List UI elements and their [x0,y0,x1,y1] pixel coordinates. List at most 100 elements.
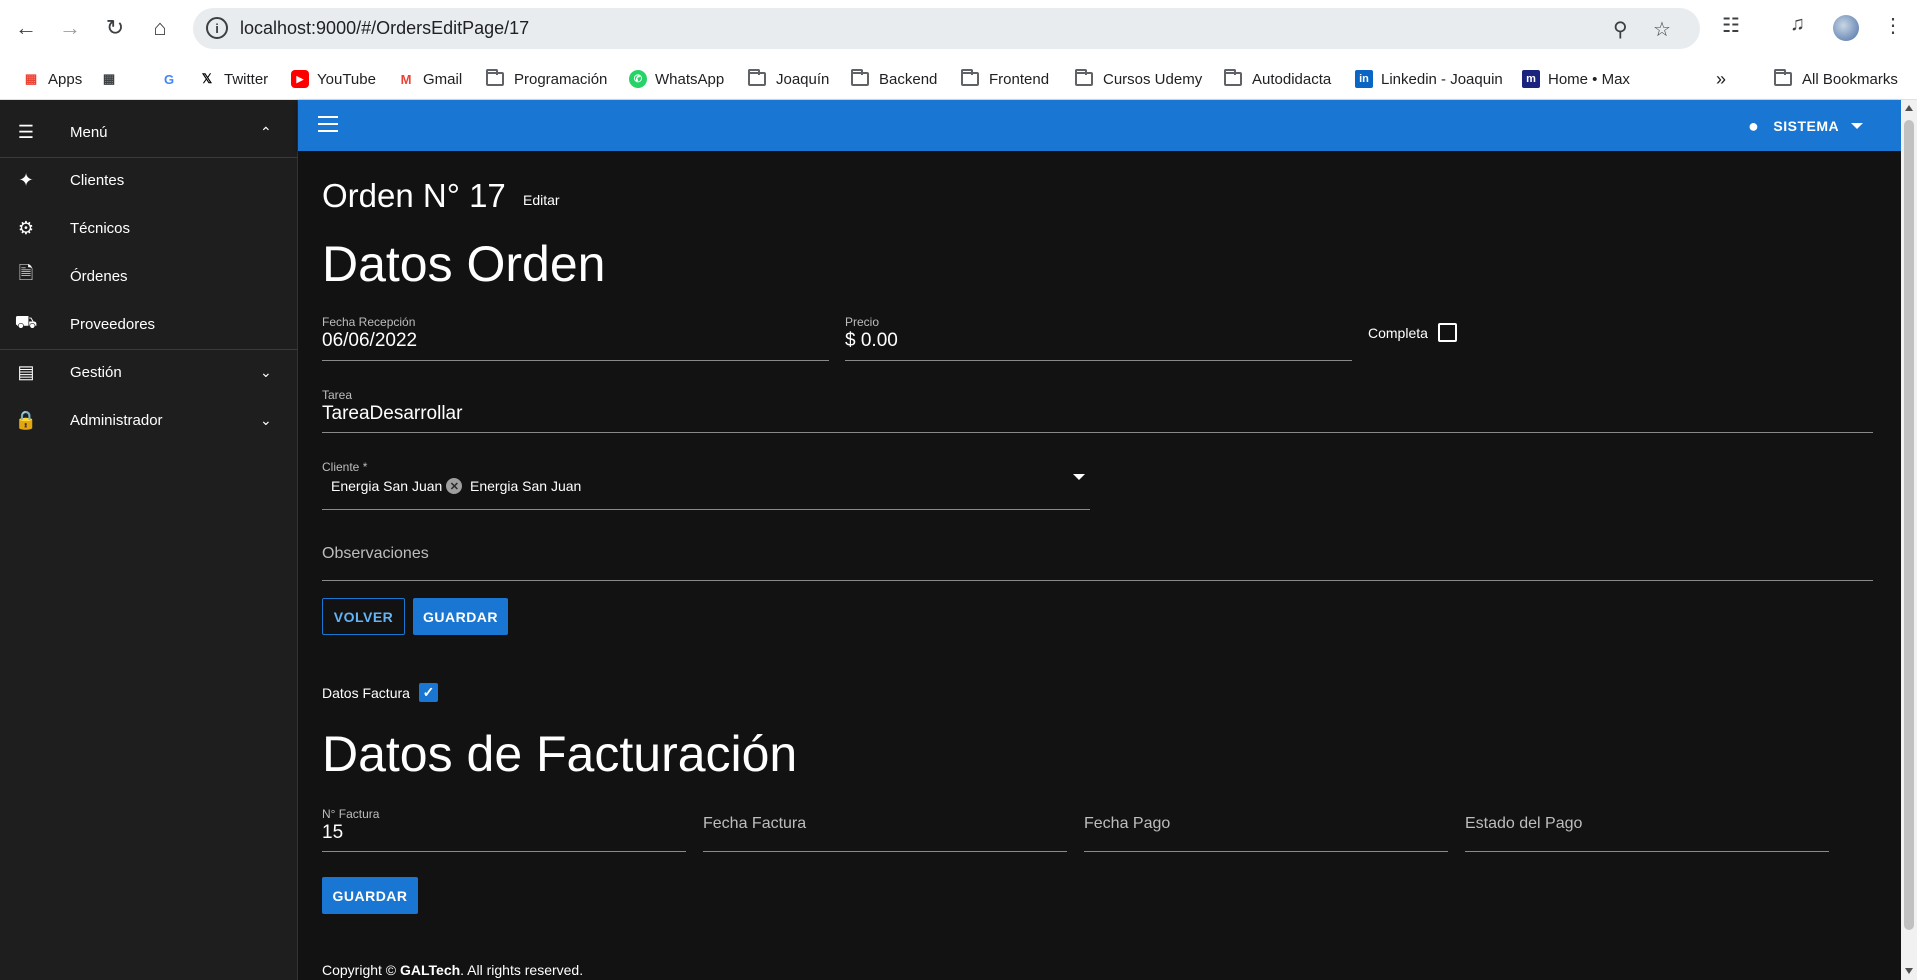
bookmark-frontend[interactable]: Frontend [961,58,1049,100]
folder-icon [486,69,504,86]
footer-prefix: Copyright © [322,962,401,978]
back-icon[interactable]: ← [11,13,41,43]
footer-suffix: . All rights reserved. [460,962,584,978]
fecha-factura-field[interactable]: Fecha Factura [703,815,806,833]
sidebar-item-tecnicos[interactable]: ⚙ Técnicos [0,204,298,252]
fecha-recepcion-field[interactable]: 06/06/2022 [322,330,417,352]
youtube-icon: ▶ [291,70,309,88]
cliente-label: Cliente * [322,460,368,474]
document-icon: 🗎 [18,263,34,283]
bookmark-cursos-udemy[interactable]: Cursos Udemy [1075,58,1202,100]
chevron-down-icon: ⌄ [260,363,272,380]
bookmark-linkedin[interactable]: in Linkedin - Joaquin [1355,58,1503,100]
address-bar[interactable]: i localhost:9000/#/OrdersEditPage/17 ⚲ ☆ [193,8,1700,49]
user-label: SISTEMA [1773,118,1840,134]
forward-icon[interactable]: → [55,13,85,43]
section-title-orden: Datos Orden [322,236,606,292]
bookmark-label: Backend [879,70,938,88]
sidebar-item-gestion[interactable]: ▤ Gestión ⌄ [0,348,298,396]
bookmark-home-max[interactable]: m Home • Max [1522,58,1630,100]
bookmark-gmail[interactable]: M Gmail [397,58,463,100]
scroll-down-icon[interactable] [1905,968,1913,974]
bookmark-label: Twitter [224,70,269,88]
bookmark-label: Frontend [989,70,1050,88]
bookmark-whatsapp[interactable]: ✆ WhatsApp [629,58,724,100]
field-underline [845,360,1352,361]
section-title-facturacion: Datos de Facturación [322,726,798,782]
guardar-orden-button[interactable]: GUARDAR [413,598,508,635]
cliente-chip[interactable]: Energia San Juan ✕ [331,474,463,498]
datos-factura-checkbox[interactable]: ✓ [419,683,438,702]
all-bookmarks[interactable]: All Bookmarks [1774,58,1898,100]
field-underline [322,509,1090,510]
tarea-field[interactable]: TareaDesarrollar [322,403,462,425]
scroll-up-icon[interactable] [1905,105,1913,111]
bookmark-programacion[interactable]: Programación [486,58,607,100]
bookmark-apps[interactable]: ▦ Apps [22,58,82,100]
field-underline [322,580,1873,581]
cliente-select-value[interactable]: Energia San Juan [470,478,581,494]
google-icon: G [163,71,175,87]
star-icon[interactable]: ☆ [1653,17,1671,42]
person-icon: ● [1748,115,1760,136]
reload-icon[interactable]: ↻ [100,13,130,43]
url-text[interactable]: localhost:9000/#/OrdersEditPage/17 [240,18,529,39]
menu-icon: ☰ [17,121,35,142]
extensions-icon[interactable]: ☷ [1722,13,1740,38]
bookmark-label: Linkedin - Joaquin [1381,70,1503,88]
bookmark-label: Cursos Udemy [1103,70,1203,88]
home-icon[interactable]: ⌂ [145,13,175,43]
field-underline [322,432,1873,433]
folder-icon [1774,69,1792,86]
bookmark-label: Autodidacta [1252,70,1332,88]
completa-checkbox[interactable] [1438,323,1457,342]
fecha-pago-field[interactable]: Fecha Pago [1084,815,1170,833]
bookmark-label: Apps [48,70,83,88]
user-menu-button[interactable]: ● SISTEMA [1748,113,1864,139]
sidebar-item-label: Órdenes [70,267,128,285]
sidebar: ☰ Menú ⌃ ✦ Clientes ⚙ Técnicos 🗎 Órdenes… [0,100,298,980]
observaciones-field[interactable]: Observaciones [322,545,429,563]
bookmark-backend[interactable]: Backend [851,58,937,100]
precio-field[interactable]: $ 0.00 [845,330,898,352]
cliente-dropdown-icon[interactable] [1073,474,1085,480]
sidebar-item-label: Clientes [70,171,125,189]
sidebar-menu-header[interactable]: ☰ Menú ⌃ [0,108,298,156]
estado-pago-field[interactable]: Estado del Pago [1465,815,1582,833]
datos-factura-label: Datos Factura [322,685,410,701]
kebab-menu-icon[interactable]: ⋮ [1883,13,1903,38]
chip-remove-icon[interactable]: ✕ [446,478,463,494]
profile-avatar[interactable] [1833,15,1859,41]
bookmark-google[interactable]: G [160,58,186,100]
truck-icon: ⛟ [14,312,38,332]
bookmark-grid[interactable]: ▦ [100,58,126,100]
sidebar-item-ordenes[interactable]: 🗎 Órdenes [0,252,298,300]
site-info-icon[interactable]: i [206,17,228,39]
numero-factura-field[interactable]: 15 [322,822,343,844]
sidebar-item-administrador[interactable]: 🔒 Administrador ⌄ [0,396,298,444]
bookmark-label: Gmail [423,70,463,88]
guardar-factura-button[interactable]: GUARDAR [322,877,418,914]
hamburger-icon[interactable] [318,116,338,132]
field-underline [1465,851,1829,852]
scroll-thumb[interactable] [1904,120,1914,930]
sidebar-item-proveedores[interactable]: ⛟ Proveedores [0,300,298,348]
page-scrollbar[interactable] [1901,100,1917,980]
more-bookmarks-icon[interactable]: » [1716,58,1726,100]
zoom-icon[interactable]: ⚲ [1613,17,1628,42]
folder-icon [748,69,766,86]
field-underline [703,851,1067,852]
sidebar-item-clientes[interactable]: ✦ Clientes [0,156,298,204]
volver-button[interactable]: VOLVER [322,598,405,635]
sidebar-item-label: Gestión [70,363,122,381]
bookmark-autodidacta[interactable]: Autodidacta [1224,58,1331,100]
bookmark-joaquin[interactable]: Joaquín [748,58,829,100]
folder-icon [961,69,979,86]
bookmark-youtube[interactable]: ▶ YouTube [291,58,376,100]
caret-down-icon [1851,123,1864,129]
bookmark-twitter[interactable]: 𝕏 Twitter [198,58,268,100]
max-icon: m [1522,70,1540,88]
media-icon[interactable]: ♫ [1790,13,1805,36]
gmail-icon: M [400,71,412,87]
bookmark-label: Home • Max [1548,70,1630,88]
